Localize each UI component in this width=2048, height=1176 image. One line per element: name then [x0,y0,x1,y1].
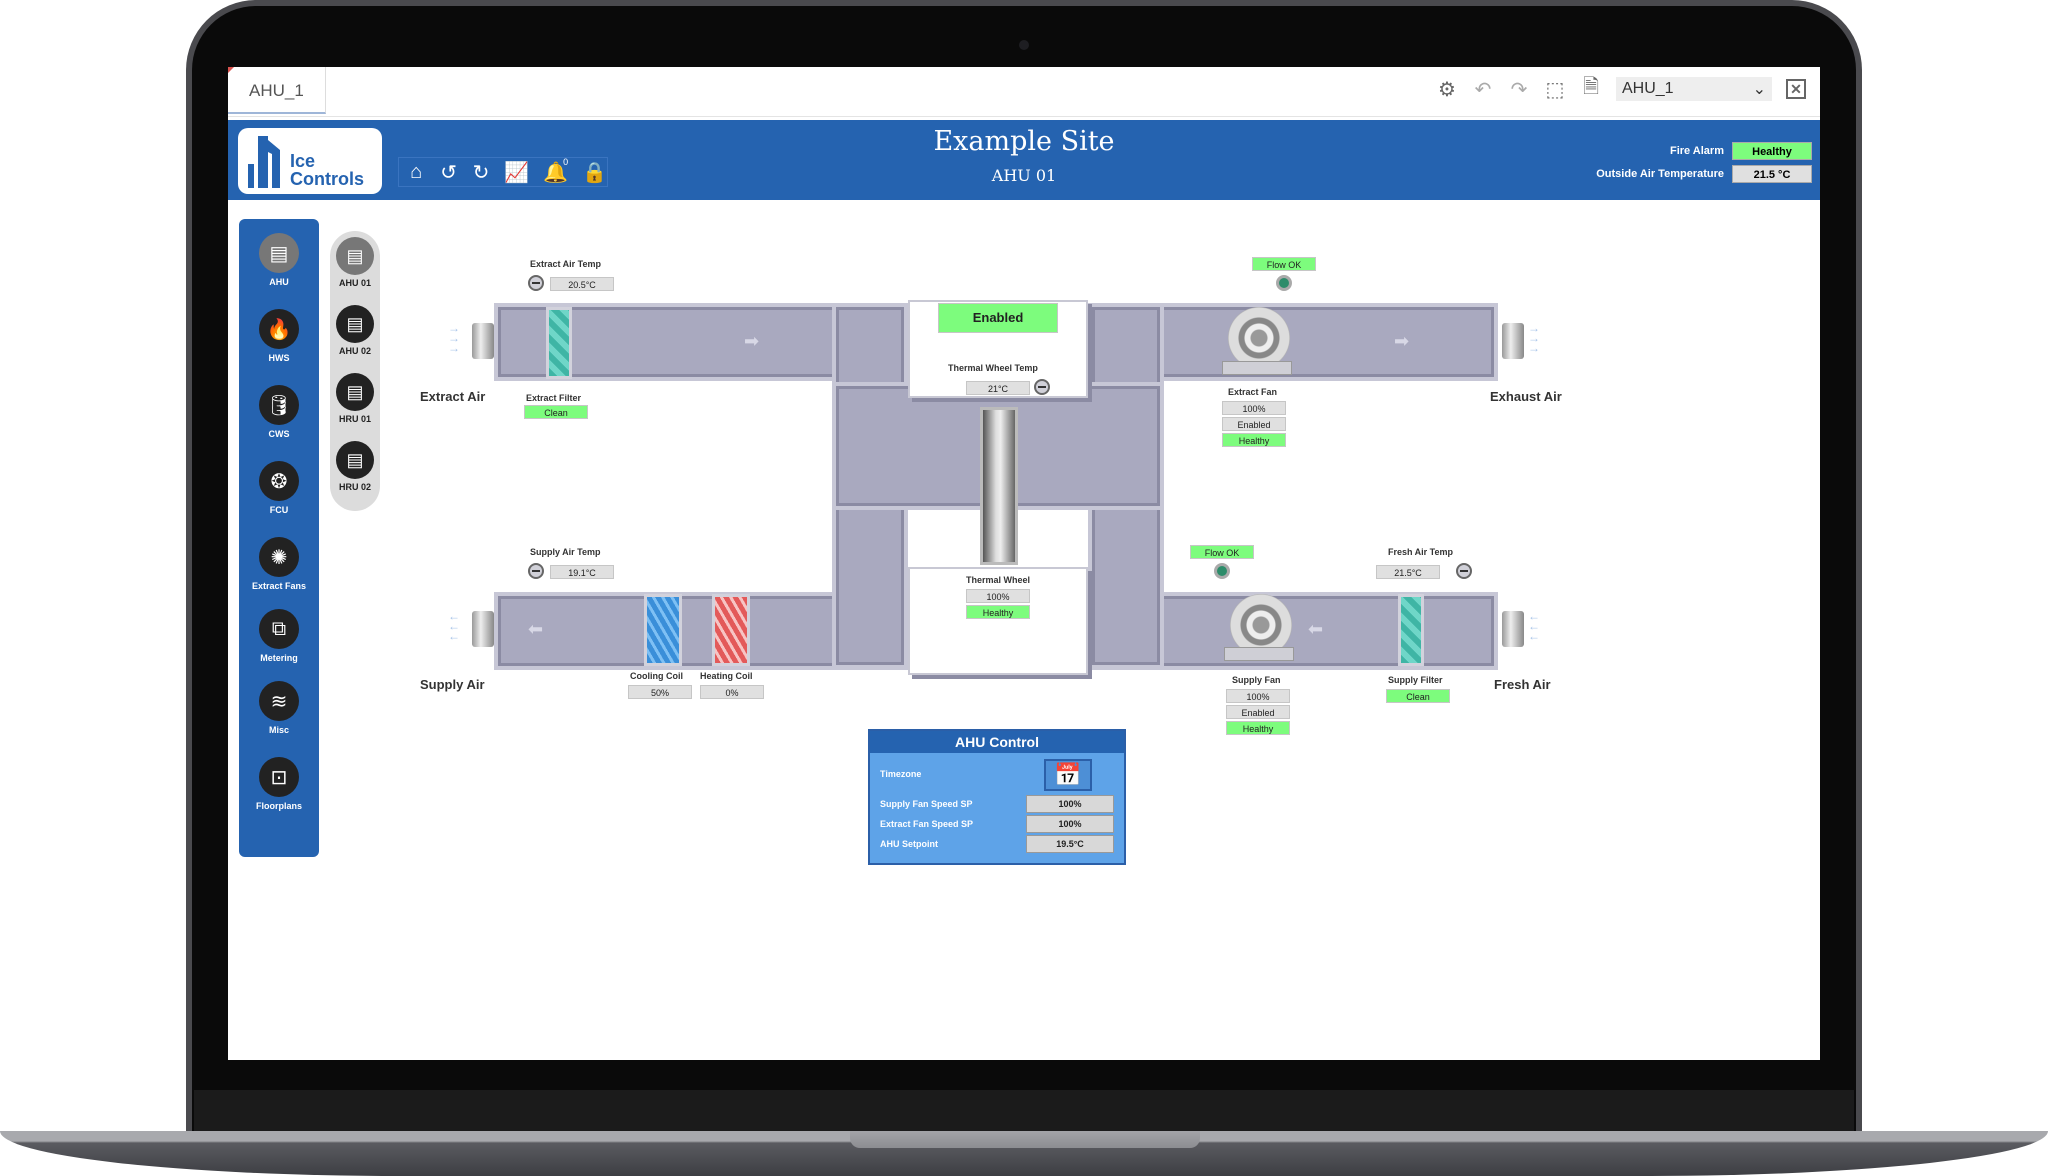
extract-air-temp-value: 20.5°C [550,277,614,291]
exhaust-air-label: Exhaust Air [1490,389,1562,404]
airflow-in-arrows: → → → [448,321,460,355]
supply-fan-speed: 100% [1226,689,1290,703]
thermal-wheel-label: Thermal Wheel [966,575,1031,585]
ahu-setpoint-label: AHU Setpoint [880,839,938,849]
extract-fan-speed: 100% [1222,401,1286,415]
airflow-out-arrows: → → → [1528,321,1540,355]
supply-fan-sp-label: Supply Fan Speed SP [880,799,973,809]
supply-air-label: Supply Air [420,677,485,692]
flow-sensor-icon [1214,563,1230,579]
extract-fan-sp-label: Extract Fan Speed SP [880,819,974,829]
calendar-clock-icon[interactable]: 📅 [1044,759,1092,791]
extract-fan-base [1222,361,1292,375]
airflow-in-arrows: ← ← ← [1528,609,1540,643]
ahu-setpoint-input[interactable]: 19.5°C [1026,835,1114,853]
thermal-wheel-speed: 100% [966,589,1030,603]
extract-fan-status: Healthy [1222,433,1286,447]
flow-arrow-left: ⬅ [1308,619,1324,639]
heating-coil [712,594,750,666]
heating-coil-label: Heating Coil [700,671,753,681]
ahu-control-title: AHU Control [870,731,1124,753]
heating-coil-value: 0% [700,685,764,699]
laptop-notch [850,1131,1200,1148]
extract-fan-state: Enabled [1222,417,1286,431]
extract-flow-status: Flow OK [1252,257,1316,271]
flow-arrow-left: ⬅ [528,619,544,639]
supply-fan-state: Enabled [1226,705,1290,719]
supply-fan-base [1224,647,1294,661]
supply-air-temp-label: Supply Air Temp [530,547,601,557]
unit-status[interactable]: Enabled [938,303,1058,333]
thermal-wheel-temp-value: 21°C [966,381,1030,395]
cooling-coil-value: 50% [628,685,692,699]
temp-sensor-icon [1456,563,1472,579]
supply-flow-status: Flow OK [1190,545,1254,559]
supply-fan-status: Healthy [1226,721,1290,735]
thermal-wheel-status: Healthy [966,605,1030,619]
supply-filter [1398,594,1424,666]
flow-arrow-right: ➡ [744,331,760,351]
fresh-air-temp-label: Fresh Air Temp [1388,547,1454,557]
laptop-frame: AHU_1 ⚙ ↶ ↷ ⬚ 🗎 AHU_1 ⌄ ✕ Ice Controls ⌂… [0,0,2048,1176]
fresh-inlet-nozzle [1502,611,1524,647]
timezone-label: Timezone [880,769,922,779]
supply-fan-sp-input[interactable]: 100% [1026,795,1114,813]
screen: AHU_1 ⚙ ↶ ↷ ⬚ 🗎 AHU_1 ⌄ ✕ Ice Controls ⌂… [228,67,1820,1060]
extract-fan-sp-input[interactable]: 100% [1026,815,1114,833]
extract-filter [546,307,572,379]
temp-sensor-icon [1034,379,1050,395]
ahu-diagram: → → → → → → ← ← ← ← ← ← ➡ ➡ ⬅ ⬅ Extract Air Temp… [228,67,1820,1060]
cooling-coil-label: Cooling Coil [630,671,683,681]
extract-fan [1228,307,1290,369]
temp-sensor-icon [528,275,544,291]
supply-air-temp-value: 19.1°C [550,565,614,579]
flow-arrow-right: ➡ [1394,331,1410,351]
extract-inlet-nozzle [472,323,494,359]
supply-filter-status: Clean [1386,689,1450,703]
ahu-control-panel: AHU Control Timezone 📅 Supply Fan Speed … [868,729,1126,865]
exhaust-outlet-nozzle [1502,323,1524,359]
fresh-air-label: Fresh Air [1494,677,1551,692]
flow-sensor-icon [1276,275,1292,291]
airflow-out-arrows: ← ← ← [448,609,460,643]
extract-fan-label: Extract Fan [1228,387,1278,397]
thermal-wheel-temp-label: Thermal Wheel Temp [948,363,1038,373]
temp-sensor-icon [528,563,544,579]
supply-outlet-nozzle [472,611,494,647]
extract-air-label: Extract Air [420,389,486,404]
cooling-coil [644,594,682,666]
supply-filter-label: Supply Filter [1388,675,1443,685]
thermal-wheel [980,407,1018,565]
extract-filter-label: Extract Filter [526,393,582,403]
extract-filter-status: Clean [524,405,588,419]
extract-air-temp-label: Extract Air Temp [530,259,602,269]
supply-fan-label: Supply Fan [1232,675,1281,685]
fresh-air-temp-value: 21.5°C [1376,565,1440,579]
camera [1019,40,1029,50]
